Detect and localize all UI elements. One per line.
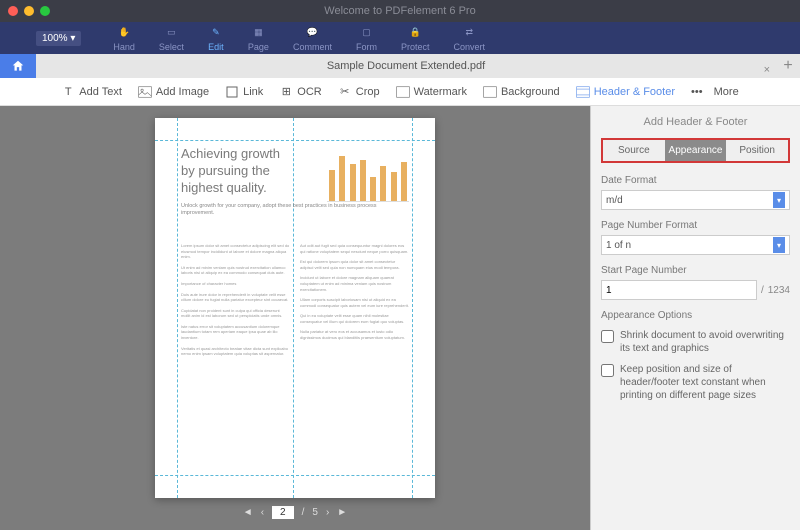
date-format-label: Date Format — [601, 175, 790, 186]
doc-subtitle: Unlock growth for your company, adopt th… — [181, 203, 409, 217]
toolbar-select-button[interactable]: ▭Select — [159, 25, 184, 52]
toolbar-edit-button[interactable]: ✎Edit — [208, 25, 224, 52]
watermark-button[interactable]: Watermark — [396, 85, 467, 99]
toolbar-convert-button[interactable]: ⇄Convert — [453, 25, 485, 52]
toolbar-hand-button[interactable]: ✋Hand — [113, 25, 135, 52]
document-tab[interactable]: Sample Document Extended.pdf × — [36, 60, 776, 72]
start-page-label: Start Page Number — [601, 265, 790, 276]
tab-source[interactable]: Source — [603, 140, 665, 161]
prev-page-icon[interactable]: ◄ — [243, 507, 253, 518]
start-page-input[interactable] — [601, 280, 757, 300]
add-tab-button[interactable]: + — [776, 57, 800, 75]
document-tabbar: Sample Document Extended.pdf × + — [0, 54, 800, 78]
next-icon[interactable]: › — [326, 507, 329, 518]
date-format-select[interactable]: m/d▾ — [601, 190, 790, 210]
pdf-page: Achieving growth by pursuing the highest… — [155, 118, 435, 498]
panel-title: Add Header & Footer — [601, 116, 790, 128]
titlebar: Welcome to PDFelement 6 Pro — [0, 0, 800, 22]
page-number-format-select[interactable]: 1 of n▾ — [601, 235, 790, 255]
doc-body: Lorem ipsum dolor sit amet consectetur a… — [181, 243, 409, 362]
panel-tabs: Source Appearance Position — [601, 138, 790, 163]
tab-appearance[interactable]: Appearance — [665, 140, 727, 161]
home-tab[interactable] — [0, 54, 36, 78]
page-number-input[interactable]: 2 — [272, 506, 294, 519]
keep-position-option[interactable]: Keep position and size of header/footer … — [601, 363, 790, 402]
add-image-button[interactable]: Add Image — [138, 85, 209, 99]
shrink-option[interactable]: Shrink document to avoid overwriting its… — [601, 329, 790, 355]
crop-button[interactable]: ✂Crop — [338, 85, 380, 99]
doc-chart — [327, 150, 409, 202]
document-canvas[interactable]: Achieving growth by pursuing the highest… — [0, 106, 590, 530]
background-button[interactable]: Background — [483, 85, 560, 99]
prev-icon[interactable]: ‹ — [261, 507, 264, 518]
add-text-button[interactable]: TAdd Text — [61, 85, 122, 99]
last-page-icon[interactable]: ► — [337, 507, 347, 518]
tab-position[interactable]: Position — [726, 140, 788, 161]
toolbar-form-button[interactable]: ▢Form — [356, 25, 377, 52]
ocr-button[interactable]: ⊞OCR — [279, 85, 321, 99]
window-title: Welcome to PDFelement 6 Pro — [0, 5, 800, 17]
edit-subtoolbar: TAdd Text Add Image Link ⊞OCR ✂Crop Wate… — [0, 78, 800, 106]
main-toolbar: 100% ▾ ✋Hand ▭Select ✎Edit ▦Page 💬Comment ▢Fo… — [0, 22, 800, 54]
toolbar-protect-button[interactable]: 🔒Protect — [401, 25, 430, 52]
close-tab-icon[interactable]: × — [764, 64, 770, 76]
header-footer-panel: Add Header & Footer Source Appearance Po… — [590, 106, 800, 530]
total-pages: 1234 — [768, 285, 790, 296]
page-number-format-label: Page Number Format — [601, 220, 790, 231]
page-navigator: ◄ ‹ 2 / 5 › ► — [243, 506, 347, 519]
page-total: 5 — [312, 507, 318, 518]
toolbar-page-button[interactable]: ▦Page — [248, 25, 269, 52]
appearance-options-label: Appearance Options — [601, 310, 790, 321]
more-button[interactable]: ••• More — [691, 86, 739, 98]
header-footer-button[interactable]: Header & Footer — [576, 85, 675, 99]
zoom-select[interactable]: 100% ▾ — [36, 31, 81, 46]
toolbar-comment-button[interactable]: 💬Comment — [293, 25, 332, 52]
link-button[interactable]: Link — [225, 85, 263, 99]
